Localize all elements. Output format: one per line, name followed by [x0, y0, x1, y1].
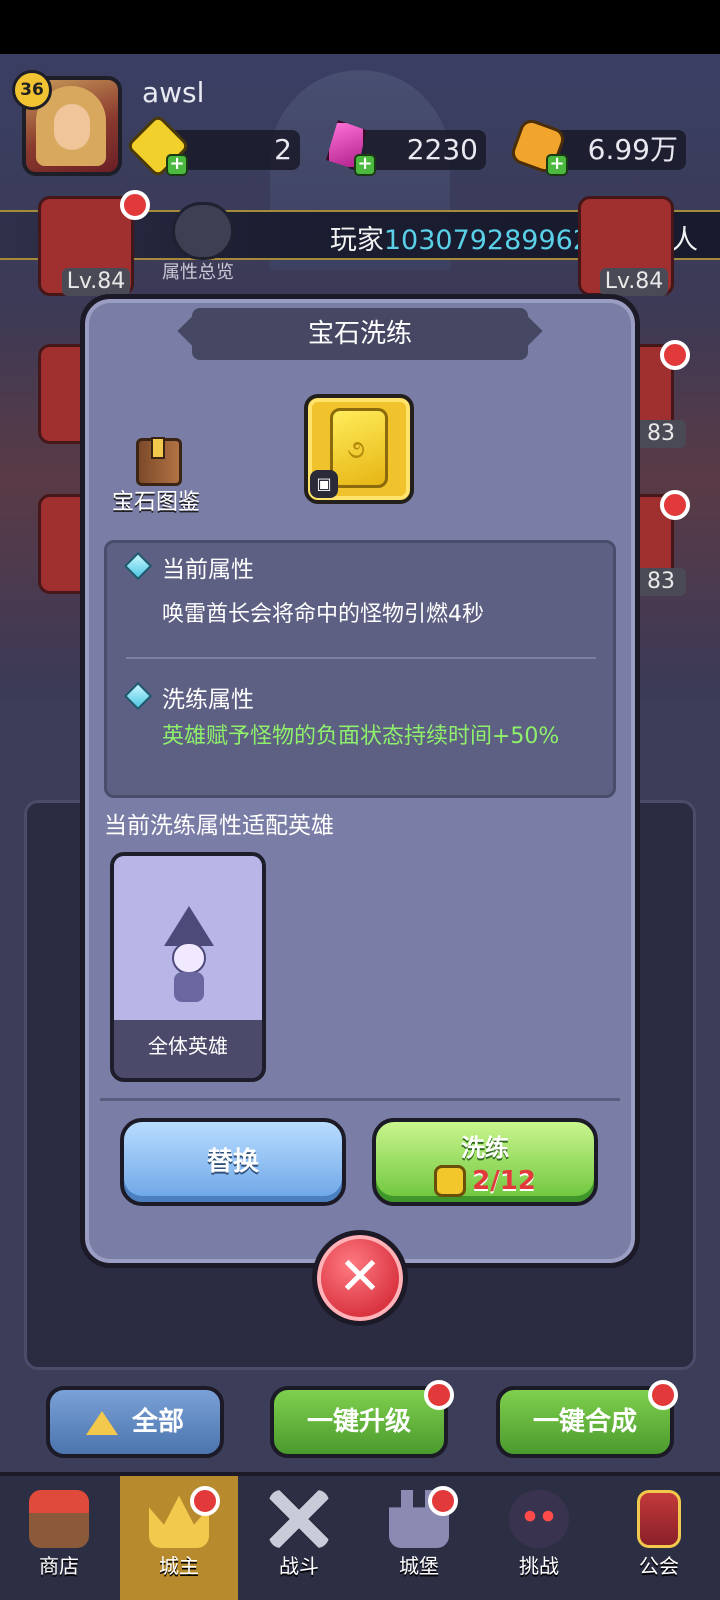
gem-codex-label[interactable]: 宝石图鉴	[112, 484, 200, 516]
gem-codex-book-icon[interactable]	[136, 437, 182, 486]
nav-lord[interactable]: 城主	[120, 1476, 238, 1600]
announcement-prefix: 玩家	[329, 225, 384, 256]
notification-dot	[660, 340, 690, 370]
refine-attribute-title: 洗练属性	[162, 687, 254, 713]
dialog-divider	[100, 1098, 620, 1101]
attribute-overview-label: 属性总览	[162, 262, 234, 283]
nav-shop-label: 商店	[39, 1554, 79, 1578]
shop-icon	[29, 1490, 89, 1548]
filter-all-button[interactable]: 全部	[46, 1386, 224, 1458]
nav-challenge-label: 挑战	[519, 1554, 559, 1578]
notification-dot	[660, 490, 690, 520]
selected-gem-slot[interactable]: ૭ ▣	[304, 394, 414, 504]
player-name: awsl	[142, 76, 205, 109]
panel-divider	[126, 657, 596, 659]
refine-button[interactable]: 洗练 2/12	[372, 1118, 598, 1206]
current-attribute-text: 唤雷酋长会将命中的怪物引燃4秒	[162, 602, 484, 627]
current-attribute-title: 当前属性	[162, 557, 254, 583]
yellow-gem-cost-icon	[434, 1165, 467, 1197]
nav-castle-label: 城堡	[399, 1554, 439, 1578]
demon-icon	[509, 1490, 569, 1548]
announcement-player-id: 103079289962	[383, 225, 590, 256]
one-click-merge-label: 一键合成	[532, 1407, 637, 1437]
pink-crystal-icon[interactable]: +	[320, 120, 376, 176]
refine-attribute-text: 英雄赋予怪物的负面状态持续时间+50%	[162, 724, 560, 749]
notification-dot	[428, 1486, 458, 1516]
yellow-gem-icon: ૭	[330, 408, 388, 488]
slot-level-right-low: 83	[636, 568, 686, 596]
slot-level-right-top: Lv.84	[600, 268, 668, 296]
slot-level-left-top: Lv.84	[62, 268, 130, 296]
replace-button-label: 替换	[206, 1147, 259, 1177]
swords-icon	[269, 1490, 329, 1548]
notification-dot	[190, 1486, 220, 1516]
notification-dot	[120, 190, 150, 220]
hero-card-art	[114, 856, 262, 1020]
yellow-gem-icon[interactable]: +	[125, 113, 191, 179]
guild-banner-icon	[637, 1490, 681, 1548]
nav-lord-label: 城主	[159, 1554, 199, 1578]
notification-dot	[648, 1380, 678, 1410]
notification-dot	[424, 1380, 454, 1410]
close-button[interactable]: ✕	[312, 1230, 408, 1326]
nav-shop[interactable]: 商店	[0, 1476, 118, 1600]
nav-challenge[interactable]: 挑战	[480, 1476, 598, 1600]
fit-heroes-title: 当前洗练属性适配英雄	[104, 813, 334, 839]
nav-battle-label: 战斗	[279, 1554, 319, 1578]
close-icon: ✕	[338, 1247, 382, 1307]
replace-button[interactable]: 替换	[120, 1118, 346, 1206]
armor-type-icon: ▣	[310, 470, 338, 498]
filter-all-label: 全部	[131, 1407, 184, 1437]
nav-guild-label: 公会	[639, 1554, 679, 1578]
refine-cost: 2/12	[472, 1166, 536, 1196]
hero-card-name: 全体英雄	[148, 1034, 228, 1058]
refine-button-label: 洗练	[461, 1134, 509, 1162]
dialog-title: 宝石洗练	[192, 308, 528, 360]
one-click-upgrade-label: 一键升级	[306, 1407, 411, 1437]
triangle-up-icon	[85, 1410, 118, 1435]
player-level-badge: 36	[12, 70, 52, 110]
attribute-overview-button[interactable]	[172, 202, 234, 260]
status-bar	[0, 0, 720, 54]
nav-castle[interactable]: 城堡	[360, 1476, 478, 1600]
nav-guild[interactable]: 公会	[600, 1476, 718, 1600]
gold-coin-icon[interactable]: +	[508, 116, 568, 176]
slot-level-right-mid: 83	[636, 420, 686, 448]
nav-battle[interactable]: 战斗	[240, 1476, 358, 1600]
one-click-upgrade-button[interactable]: 一键升级	[270, 1386, 448, 1458]
hero-card-all[interactable]: 全体英雄	[110, 852, 266, 1082]
